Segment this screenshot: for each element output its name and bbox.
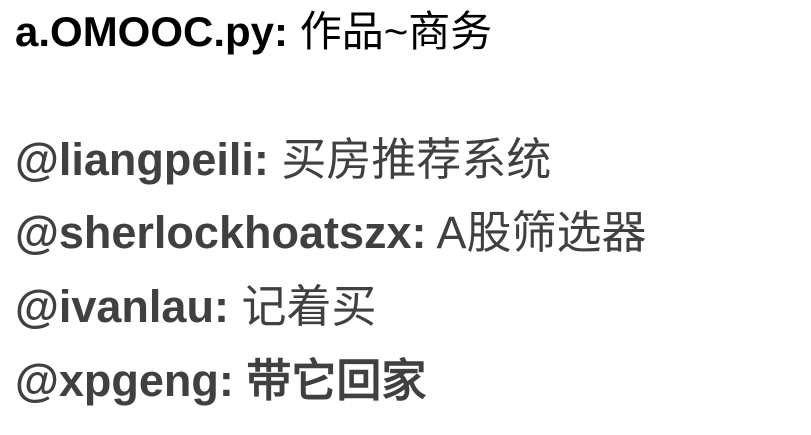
project-entry-liangpeili: @liangpeili: 买房推荐系统 [15, 131, 551, 189]
project-entry-ivanlau: @ivanlau: 记着买 [15, 278, 376, 336]
slide: a.OMOOC.py: 作品~商务 @liangpeili: 买房推荐系统 @s… [0, 0, 811, 435]
entry-handle: @xpgeng: [15, 355, 234, 406]
entry-project: A股筛选器 [436, 207, 647, 258]
title-text: 作品~商务 [299, 8, 493, 55]
project-entry-sherlockhoatszx: @sherlockhoatszx: A股筛选器 [15, 204, 647, 262]
entry-project: 买房推荐系统 [281, 134, 552, 185]
slide-title: a.OMOOC.py: 作品~商务 [15, 5, 492, 59]
project-entry-xpgeng: @xpgeng: 带它回家 [15, 352, 426, 410]
entry-project: 带它回家 [246, 355, 427, 406]
entry-project: 记着买 [241, 281, 377, 332]
entry-handle: @liangpeili: [15, 134, 269, 185]
title-handle: a.OMOOC.py: [15, 8, 289, 55]
entry-handle: @ivanlau: [15, 281, 229, 332]
entry-handle: @sherlockhoatszx: [15, 207, 427, 258]
